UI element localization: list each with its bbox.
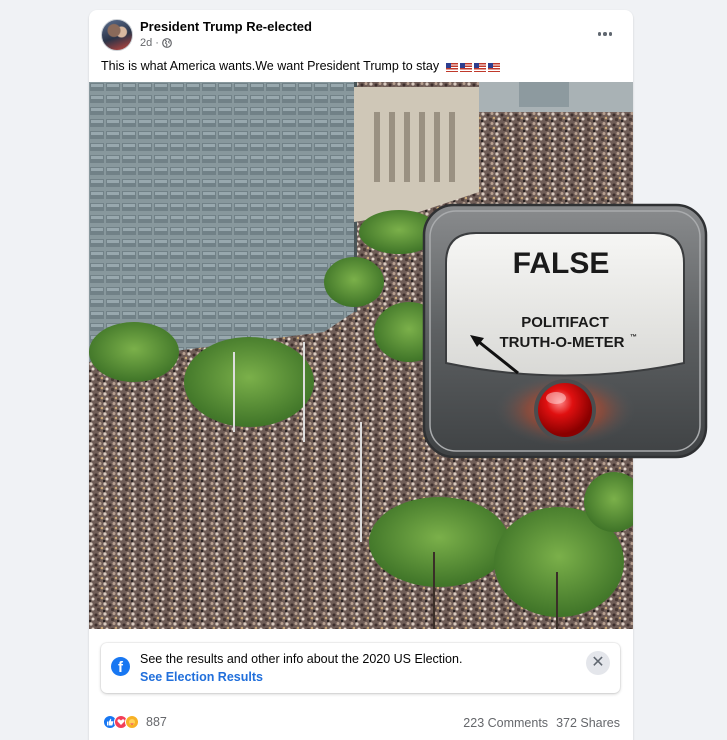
dot-icon (608, 32, 613, 36)
post-message: This is what America wants.We want Presi… (101, 59, 502, 74)
truth-o-meter-label: TRUTH-O-METER (500, 334, 625, 351)
comments-count-link[interactable]: 223 Comments (463, 716, 548, 730)
rating-verdict: FALSE (513, 247, 610, 280)
close-banner-button[interactable]: ✕ (586, 651, 610, 675)
dot-icon (597, 32, 602, 36)
see-election-results-link[interactable]: See Election Results (140, 670, 263, 684)
more-options-button[interactable] (593, 26, 617, 42)
page-avatar[interactable] (101, 19, 133, 51)
reaction-summary[interactable]: 887 (103, 715, 167, 729)
globe-icon (162, 38, 172, 48)
care-reaction-icon (125, 715, 139, 729)
dot-icon (603, 32, 607, 36)
facebook-icon: f (111, 657, 130, 676)
us-flag-icon (487, 62, 500, 72)
us-flag-icon (473, 62, 486, 72)
election-info-banner: f See the results and other info about t… (101, 643, 620, 693)
reaction-count: 887 (146, 715, 167, 729)
politifact-label: POLITIFACT (521, 314, 609, 331)
meta-separator: · (155, 37, 159, 49)
election-info-text: See the results and other info about the… (140, 652, 463, 666)
truth-o-meter-badge: FALSE POLITIFACT TRUTH-O-METER ™ (422, 203, 708, 459)
engagement-counts: 223 Comments 372 Shares (463, 716, 620, 730)
trademark-mark: ™ (630, 334, 637, 341)
us-flag-icon (459, 62, 472, 72)
page-name-link[interactable]: President Trump Re-elected (140, 19, 312, 34)
post-message-text: This is what America wants.We want Presi… (101, 59, 440, 73)
post-meta: 2d · (140, 37, 172, 49)
post-header: President Trump Re-elected 2d · (89, 10, 633, 60)
post-timestamp[interactable]: 2d (140, 37, 152, 49)
us-flag-emoji-group (445, 60, 502, 74)
shares-count-link[interactable]: 372 Shares (556, 716, 620, 730)
us-flag-icon (445, 62, 458, 72)
